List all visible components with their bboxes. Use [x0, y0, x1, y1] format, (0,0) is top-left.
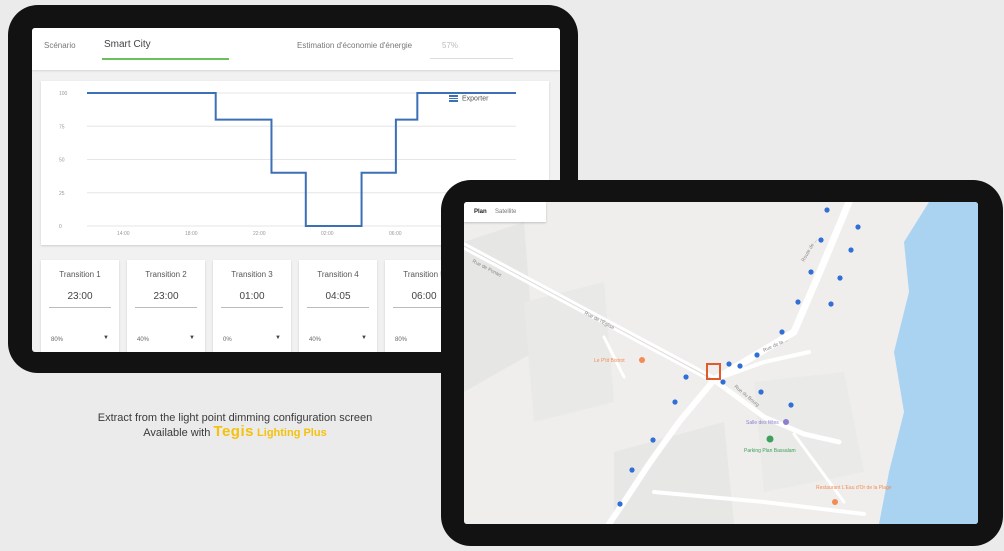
light-point-marker [818, 237, 824, 243]
dropdown-arrow-icon[interactable]: ▼ [275, 335, 281, 341]
light-point-marker [683, 374, 689, 380]
restaurant-pin-icon [639, 357, 645, 363]
light-point-marker [779, 329, 785, 335]
transition-card-3: Transition 3 01:00 0% ▼ [213, 260, 291, 352]
poi-pin-icon [783, 419, 789, 425]
light-point-marker [754, 352, 760, 358]
y-tick-label: 50 [59, 158, 65, 164]
transition-card-4: Transition 4 04:05 40% ▼ [299, 260, 377, 352]
scenario-underline [102, 58, 229, 60]
light-point-marker [758, 389, 764, 395]
map-canvas[interactable]: Rue de Pontet Rue de l'Église Route de .… [464, 202, 978, 524]
y-tick-label: 25 [59, 191, 65, 197]
x-tick-label: 06:00 [389, 231, 402, 237]
transition-percent-select[interactable]: 80% [395, 337, 407, 343]
light-point-marker [617, 501, 623, 507]
transition-percent-select[interactable]: 40% [137, 337, 149, 343]
scenario-select[interactable]: Smart City [104, 39, 151, 50]
tab-plan[interactable]: Plan [474, 209, 487, 215]
light-point-marker [788, 402, 794, 408]
light-point-marker [726, 361, 732, 367]
transition-card-2: Transition 2 23:00 40% ▼ [127, 260, 205, 352]
transition-time-input[interactable]: 04:05 [299, 291, 377, 302]
export-label: Exporter [462, 95, 489, 103]
transition-title: Transition 2 [145, 270, 187, 279]
estimation-label: Estimation d'économie d'énergie [297, 41, 413, 50]
light-point-marker [808, 269, 814, 275]
transition-time-underline [221, 307, 283, 308]
transition-time-underline [49, 307, 111, 308]
caption-prefix: Available with [143, 427, 211, 439]
transition-title: Transition 4 [317, 270, 359, 279]
poi-label: Parking Plan Bassalam [744, 448, 796, 454]
transition-time-input[interactable]: 23:00 [41, 291, 119, 302]
x-tick-label: 22:00 [253, 231, 266, 237]
dropdown-arrow-icon[interactable]: ▼ [361, 335, 367, 341]
dropdown-arrow-icon[interactable]: ▼ [189, 335, 195, 341]
transition-percent-select[interactable]: 80% [51, 337, 63, 343]
transition-card-1: Transition 1 23:00 80% ▼ [41, 260, 119, 352]
estimation-value: 57% [442, 41, 459, 50]
map-type-tabs: Plan Satellite [464, 202, 546, 222]
light-point-marker [848, 247, 854, 253]
light-point-marker [855, 224, 861, 230]
light-point-marker [837, 275, 843, 281]
light-point-marker [795, 299, 801, 305]
scenario-bar: Scénario Smart City Estimation d'économi… [32, 28, 560, 70]
tab-satellite[interactable]: Satellite [495, 209, 516, 215]
transition-percent-select[interactable]: 0% [223, 337, 232, 343]
transition-title: Transition 3 [231, 270, 273, 279]
light-point-marker [828, 301, 834, 307]
light-point-marker [737, 363, 743, 369]
caption: Extract from the light point dimming con… [0, 411, 470, 440]
transition-time-input[interactable]: 01:00 [213, 291, 291, 302]
x-tick-label: 14:00 [117, 231, 130, 237]
tablet-map-screen: Rue de Pontet Rue de l'Église Route de .… [441, 180, 1003, 546]
y-tick-label: 0 [59, 224, 62, 230]
light-point-marker [720, 379, 726, 385]
map-view[interactable]: Rue de Pontet Rue de l'Église Route de .… [464, 202, 978, 524]
dropdown-arrow-icon[interactable]: ▼ [103, 335, 109, 341]
export-button[interactable]: Exporter [449, 95, 488, 102]
y-tick-label: 100 [59, 91, 68, 97]
restaurant-pin-icon [832, 499, 838, 505]
transition-time-underline [135, 307, 197, 308]
transition-time-underline [307, 307, 369, 308]
export-icon [449, 95, 458, 102]
x-tick-label: 02:00 [321, 231, 334, 237]
light-point-marker [650, 437, 656, 443]
caption-line-2: Available with Tegis Lighting Plus [0, 423, 470, 440]
transition-title: Transition 1 [59, 270, 101, 279]
estimation-underline [430, 58, 513, 59]
parking-pin-icon [766, 435, 774, 443]
transition-percent-select[interactable]: 40% [309, 337, 321, 343]
x-tick-label: 18:00 [185, 231, 198, 237]
y-tick-label: 75 [59, 124, 65, 130]
light-point-marker [629, 467, 635, 473]
scenario-label: Scénario [44, 41, 76, 50]
product-name: Lighting Plus [257, 427, 327, 439]
brand-logo: Tegis [213, 423, 254, 440]
poi-label: Salle des fêtes [746, 420, 779, 426]
transition-time-input[interactable]: 23:00 [127, 291, 205, 302]
poi-label: Restaurant L'Eau d'Or de la Plage [816, 485, 892, 491]
poi-label: Le P'tit Bistrot [594, 358, 625, 364]
light-point-marker [824, 207, 830, 213]
light-point-marker [672, 399, 678, 405]
